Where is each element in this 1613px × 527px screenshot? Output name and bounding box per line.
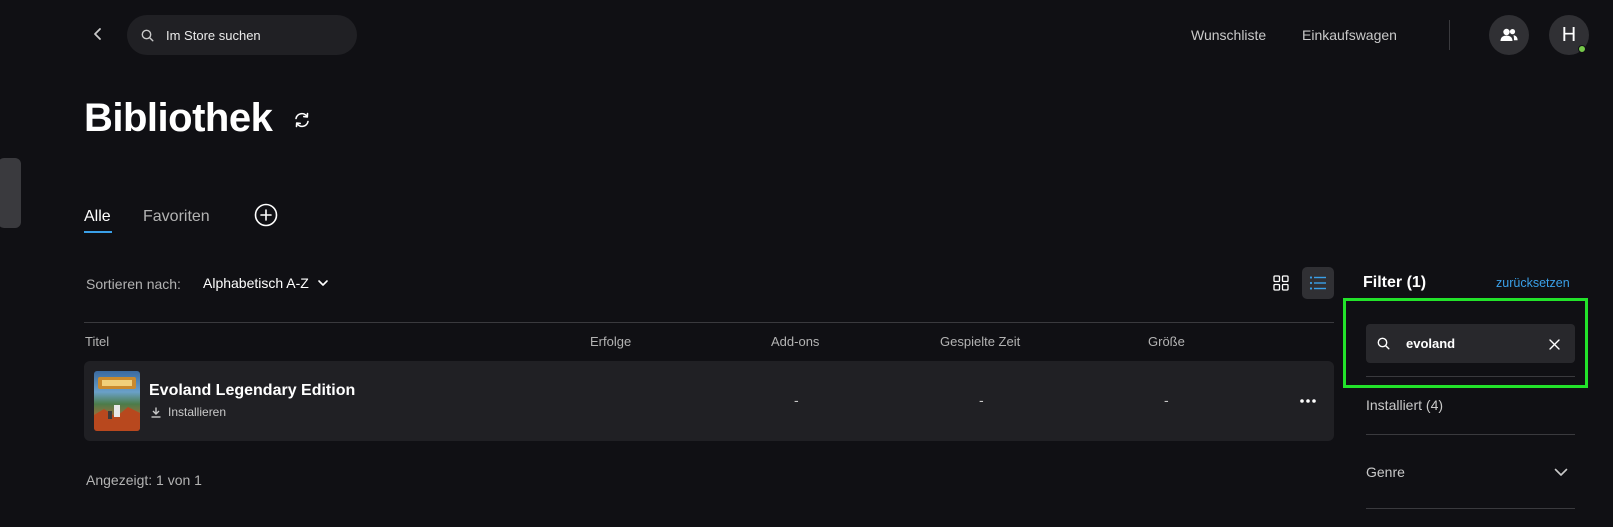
column-header-achievements[interactable]: Erfolge	[590, 334, 631, 349]
filter-divider	[1366, 508, 1575, 509]
addons-value: -	[794, 392, 799, 408]
plus-circle-icon	[254, 203, 278, 227]
column-header-title[interactable]: Titel	[85, 334, 109, 349]
add-collection-button[interactable]	[254, 203, 278, 227]
table-row[interactable]	[84, 361, 1334, 441]
highlight-box	[1343, 298, 1588, 388]
sort-value: Alphabetisch A-Z	[203, 275, 309, 291]
more-horizontal-icon	[1300, 399, 1316, 403]
sort-dropdown[interactable]: Alphabetisch A-Z	[203, 275, 329, 291]
column-header-addons[interactable]: Add-ons	[771, 334, 819, 349]
sort-label: Sortieren nach:	[86, 276, 181, 292]
search-placeholder: Im Store suchen	[166, 27, 261, 43]
list-icon	[1309, 276, 1326, 290]
genre-expand-button[interactable]	[1553, 464, 1569, 480]
page-title: Bibliothek	[84, 96, 273, 140]
store-search-input[interactable]: Im Store suchen	[127, 15, 357, 55]
grid-view-button[interactable]	[1265, 267, 1297, 299]
column-header-size[interactable]: Größe	[1148, 334, 1185, 349]
grid-icon	[1273, 275, 1289, 291]
filter-title: Filter (1)	[1363, 274, 1427, 291]
install-label: Installieren	[168, 405, 227, 419]
filter-divider	[1366, 376, 1575, 377]
install-button[interactable]: Installieren	[151, 405, 226, 419]
filter-installed[interactable]: Installiert (4)	[1366, 397, 1443, 413]
header-divider	[1449, 20, 1450, 50]
cart-link[interactable]: Einkaufswagen	[1302, 27, 1397, 43]
refresh-icon	[295, 112, 309, 128]
results-count: Angezeigt: 1 von 1	[86, 472, 202, 488]
column-header-played-time[interactable]: Gespielte Zeit	[940, 334, 1020, 349]
back-button[interactable]	[86, 22, 110, 46]
tab-all[interactable]: Alle	[84, 208, 111, 226]
chevron-down-icon	[318, 280, 328, 286]
friends-button[interactable]	[1489, 15, 1529, 55]
wishlist-link[interactable]: Wunschliste	[1191, 27, 1266, 43]
table-divider	[84, 322, 1334, 323]
refresh-button[interactable]	[292, 110, 312, 130]
friends-icon	[1500, 28, 1518, 41]
filter-reset-link[interactable]: zurücksetzen	[1496, 276, 1570, 290]
tab-favorites[interactable]: Favoriten	[143, 208, 210, 226]
active-tab-indicator	[84, 231, 112, 233]
avatar-letter: H	[1561, 23, 1577, 46]
side-panel-handle[interactable]	[0, 158, 21, 228]
download-icon	[151, 407, 161, 418]
game-thumbnail	[94, 371, 140, 431]
game-title[interactable]: Evoland Legendary Edition	[149, 382, 355, 400]
list-view-button[interactable]	[1302, 267, 1334, 299]
search-icon	[141, 29, 154, 42]
played-time-value: -	[979, 392, 984, 408]
filter-divider	[1366, 434, 1575, 435]
filter-genre[interactable]: Genre	[1366, 464, 1405, 480]
more-options-button[interactable]	[1296, 391, 1320, 411]
chevron-left-icon	[94, 28, 101, 40]
online-status-dot	[1578, 45, 1586, 53]
chevron-down-icon	[1554, 468, 1568, 476]
size-value: -	[1164, 392, 1169, 408]
